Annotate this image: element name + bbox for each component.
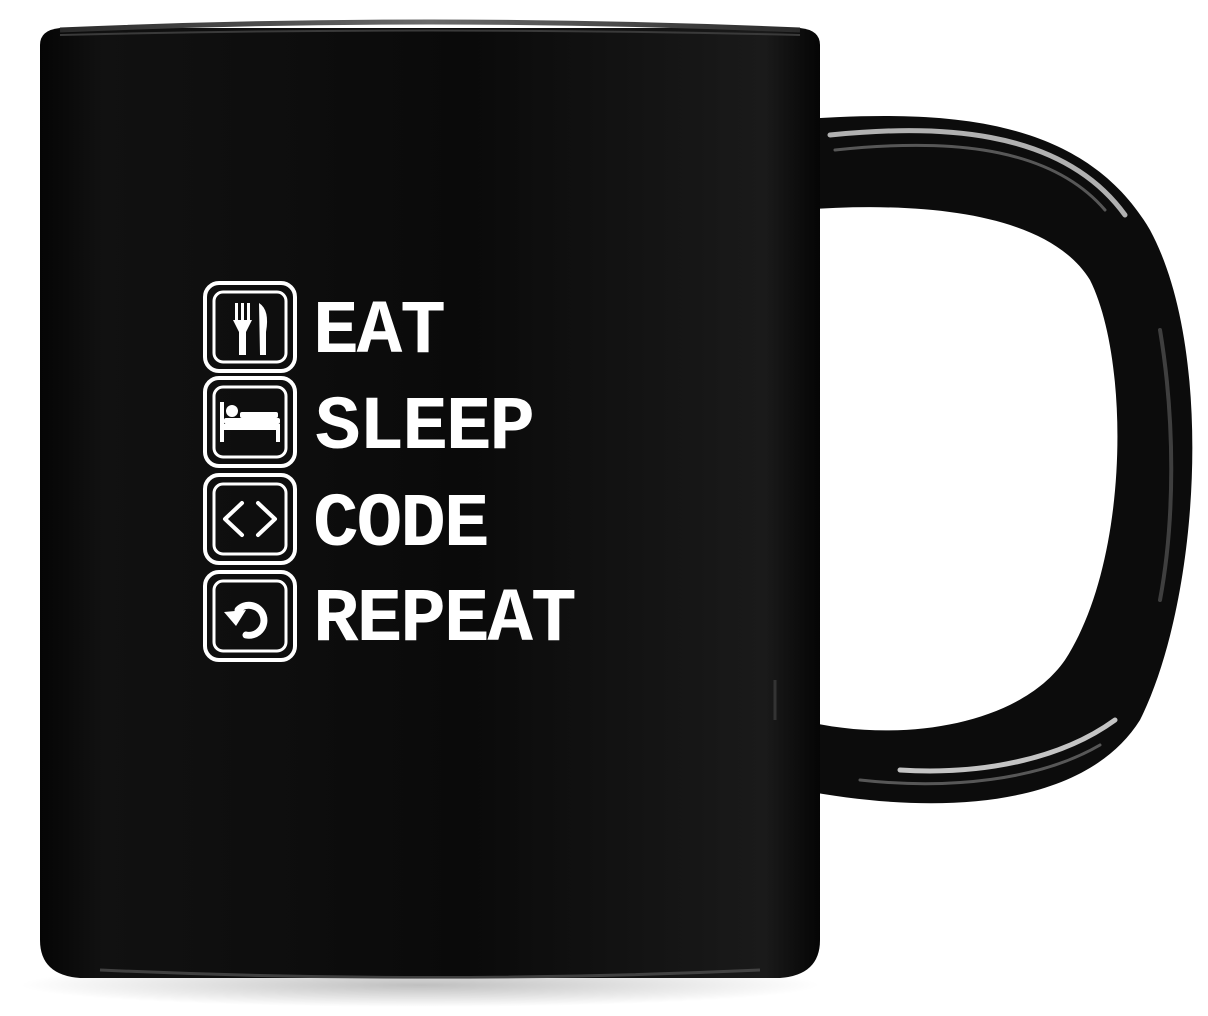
mug-handle <box>790 116 1193 804</box>
word-sleep: SLEEP <box>315 385 533 471</box>
word-eat: EAT <box>313 289 444 375</box>
mug-photo: EAT SLEEP CODE REPEAT <box>20 19 1193 1007</box>
word-repeat: REPEAT <box>313 577 575 663</box>
word-code: CODE <box>313 482 487 568</box>
